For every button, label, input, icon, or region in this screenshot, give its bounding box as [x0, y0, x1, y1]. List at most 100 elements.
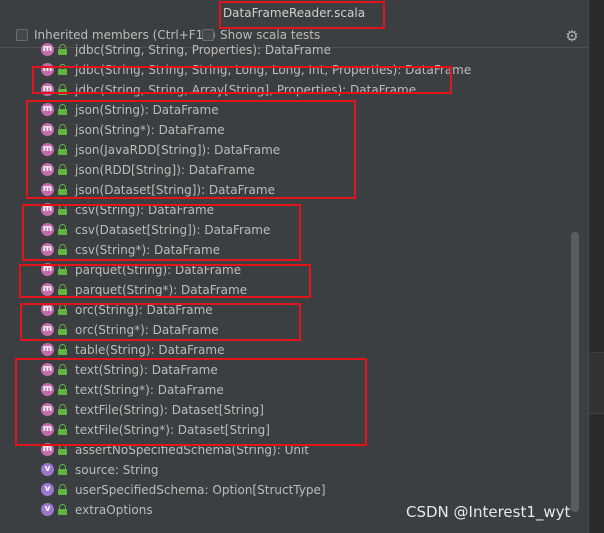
member-list-item[interactable]: m text(String*): DataFrame: [0, 380, 570, 400]
method-icon: m: [41, 443, 54, 456]
method-icon: m: [41, 163, 54, 176]
public-lock-icon: [58, 404, 67, 415]
member-signature: jdbc(String, String, Array[String], Prop…: [75, 83, 417, 97]
member-signature: jdbc(String, String, String, Long, Long,…: [75, 63, 472, 77]
method-icon: m: [41, 343, 54, 356]
method-icon: m: [41, 363, 54, 376]
public-lock-icon: [58, 264, 67, 275]
public-lock-icon: [58, 304, 67, 315]
member-list-item[interactable]: m json(Dataset[String]): DataFrame: [0, 180, 570, 200]
member-list-item[interactable]: m json(String): DataFrame: [0, 100, 570, 120]
editor-panel-divider: [589, 352, 604, 414]
public-lock-icon: [58, 84, 67, 95]
member-signature: parquet(String): DataFrame: [75, 263, 242, 277]
method-icon: m: [41, 223, 54, 236]
method-icon: m: [41, 243, 54, 256]
member-signature: table(String): DataFrame: [75, 343, 225, 357]
member-list-item[interactable]: m orc(String*): DataFrame: [0, 320, 570, 340]
member-signature: orc(String): DataFrame: [75, 303, 213, 317]
member-signature: userSpecifiedSchema: Option[StructType]: [75, 483, 326, 497]
member-list-item[interactable]: m csv(String*): DataFrame: [0, 240, 570, 260]
member-list-item[interactable]: m assertNoSpecifiedSchema(String): Unit: [0, 440, 570, 460]
public-lock-icon: [58, 464, 67, 475]
public-lock-icon: [58, 324, 67, 335]
member-list-item[interactable]: m jdbc(String, String, Array[String], Pro…: [0, 80, 570, 100]
method-icon: m: [41, 303, 54, 316]
public-lock-icon: [58, 144, 67, 155]
public-lock-icon: [58, 164, 67, 175]
method-icon: m: [41, 123, 54, 136]
member-signature: csv(String): DataFrame: [75, 203, 215, 217]
member-list-item[interactable]: m table(String): DataFrame: [0, 340, 570, 360]
member-signature: assertNoSpecifiedSchema(String): Unit: [75, 443, 310, 457]
method-icon: m: [41, 103, 54, 116]
public-lock-icon: [58, 204, 67, 215]
member-signature: source: String: [75, 463, 159, 477]
member-list-item[interactable]: m json(String*): DataFrame: [0, 120, 570, 140]
public-lock-icon: [58, 124, 67, 135]
method-icon: m: [41, 403, 54, 416]
member-signature: csv(String*): DataFrame: [75, 243, 221, 257]
member-signature: text(String): DataFrame: [75, 363, 218, 377]
value-icon: v: [41, 463, 54, 476]
member-list-item[interactable]: m csv(Dataset[String]): DataFrame: [0, 220, 570, 240]
member-list-item[interactable]: m jdbc(String, String, String, Long, Long…: [0, 60, 570, 80]
method-icon: m: [41, 203, 54, 216]
public-lock-icon: [58, 484, 67, 495]
member-signature: text(String*): DataFrame: [75, 383, 224, 397]
method-icon: m: [41, 423, 54, 436]
member-signature: json(RDD[String]): DataFrame: [75, 163, 255, 177]
member-list-item[interactable]: m parquet(String): DataFrame: [0, 260, 570, 280]
structure-popup: DataFrameReader.scala Inherited members …: [0, 0, 589, 533]
member-list-item[interactable]: m parquet(String*): DataFrame: [0, 280, 570, 300]
editor-right-strip: [589, 0, 604, 533]
method-icon: m: [41, 383, 54, 396]
public-lock-icon: [58, 444, 67, 455]
public-lock-icon: [58, 364, 67, 375]
public-lock-icon: [58, 104, 67, 115]
member-signature: json(Dataset[String]): DataFrame: [75, 183, 275, 197]
member-list-item[interactable]: m jdbc(String, String, Properties): DataF…: [0, 40, 570, 60]
member-list-item[interactable]: m orc(String): DataFrame: [0, 300, 570, 320]
member-list-item[interactable]: v userSpecifiedSchema: Option[StructType]: [0, 480, 570, 500]
member-list-item[interactable]: m text(String): DataFrame: [0, 360, 570, 380]
public-lock-icon: [58, 424, 67, 435]
method-icon: m: [41, 43, 54, 56]
member-signature: extraOptions: [75, 503, 153, 517]
method-icon: m: [41, 143, 54, 156]
method-icon: m: [41, 183, 54, 196]
public-lock-icon: [58, 184, 67, 195]
public-lock-icon: [58, 224, 67, 235]
public-lock-icon: [58, 504, 67, 515]
member-signature: parquet(String*): DataFrame: [75, 283, 248, 297]
method-icon: m: [41, 323, 54, 336]
member-list-item[interactable]: m json(RDD[String]): DataFrame: [0, 160, 570, 180]
scrollbar-thumb[interactable]: [571, 232, 579, 512]
member-signature: jdbc(String, String, Properties): DataFr…: [75, 43, 331, 57]
public-lock-icon: [58, 344, 67, 355]
public-lock-icon: [58, 44, 67, 55]
value-icon: v: [41, 503, 54, 516]
public-lock-icon: [58, 244, 67, 255]
member-list-item[interactable]: m csv(String): DataFrame: [0, 200, 570, 220]
member-signature: csv(Dataset[String]): DataFrame: [75, 223, 271, 237]
member-signature: textFile(String): Dataset[String]: [75, 403, 264, 417]
method-icon: m: [41, 63, 54, 76]
public-lock-icon: [58, 284, 67, 295]
value-icon: v: [41, 483, 54, 496]
member-signature: json(String): DataFrame: [75, 103, 219, 117]
member-signature: json(String*): DataFrame: [75, 123, 225, 137]
member-signature: textFile(String*): Dataset[String]: [75, 423, 270, 437]
member-signature: json(JavaRDD[String]): DataFrame: [75, 143, 281, 157]
member-signature: orc(String*): DataFrame: [75, 323, 219, 337]
member-list-item[interactable]: m textFile(String*): Dataset[String]: [0, 420, 570, 440]
public-lock-icon: [58, 384, 67, 395]
member-list-item[interactable]: m textFile(String): Dataset[String]: [0, 400, 570, 420]
method-icon: m: [41, 83, 54, 96]
method-icon: m: [41, 263, 54, 276]
member-list-item[interactable]: m json(JavaRDD[String]): DataFrame: [0, 140, 570, 160]
public-lock-icon: [58, 64, 67, 75]
method-icon: m: [41, 283, 54, 296]
watermark: CSDN @Interest1_wyt: [406, 503, 571, 521]
member-list-item[interactable]: v source: String: [0, 460, 570, 480]
